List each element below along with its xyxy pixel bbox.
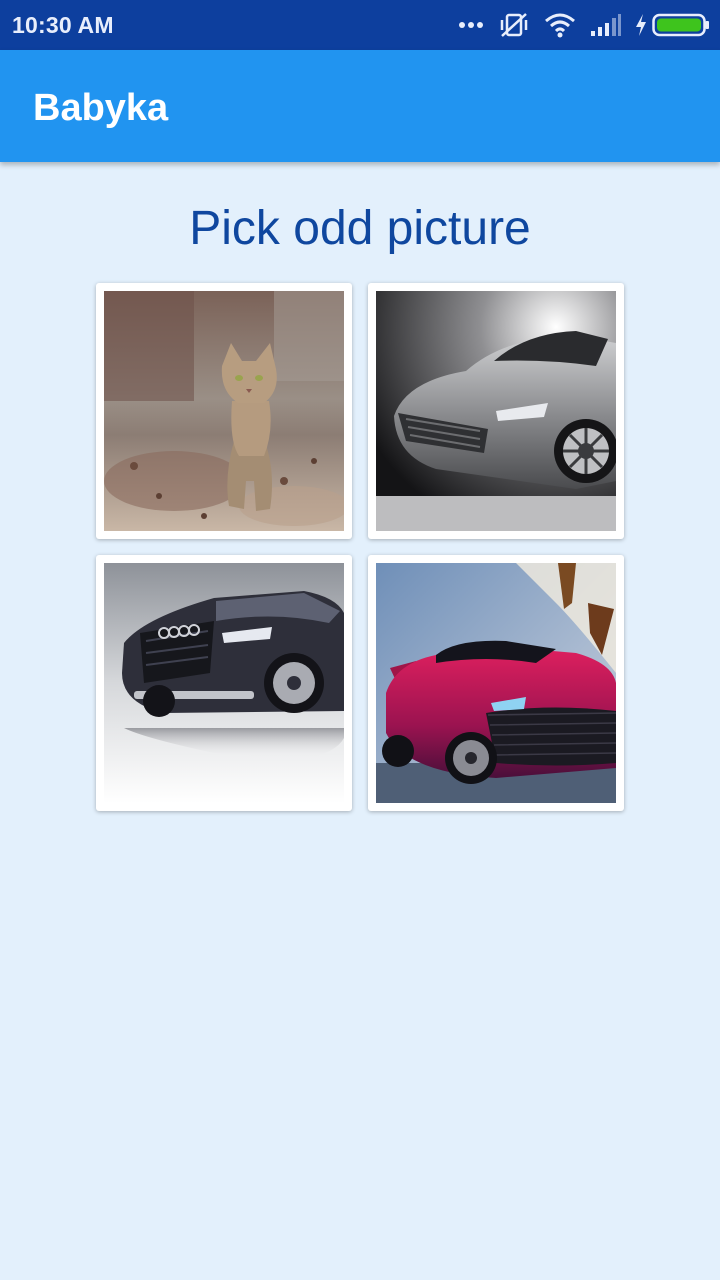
status-bar: 10:30 AM xyxy=(0,0,720,50)
app-title: Babyka xyxy=(33,87,169,129)
status-time: 10:30 AM xyxy=(12,12,114,38)
wifi-icon xyxy=(544,12,576,38)
picture-card-silver-car[interactable] xyxy=(368,283,624,539)
picture-card-cat[interactable] xyxy=(96,283,352,539)
picture-card-red-car[interactable] xyxy=(368,555,624,811)
status-icons xyxy=(458,0,710,50)
charging-icon xyxy=(634,13,648,37)
game-heading: Pick odd picture xyxy=(189,202,531,255)
cat-image xyxy=(104,291,344,531)
app-bar: Babyka xyxy=(0,50,720,162)
silver-car-image xyxy=(376,291,616,531)
signal-icon xyxy=(590,13,622,37)
red-car-image xyxy=(376,563,616,803)
vibrate-off-icon xyxy=(498,11,530,39)
battery-icon xyxy=(652,12,710,38)
more-dots-icon xyxy=(458,21,484,29)
black-suv-image xyxy=(104,563,344,803)
picture-card-black-suv[interactable] xyxy=(96,555,352,811)
